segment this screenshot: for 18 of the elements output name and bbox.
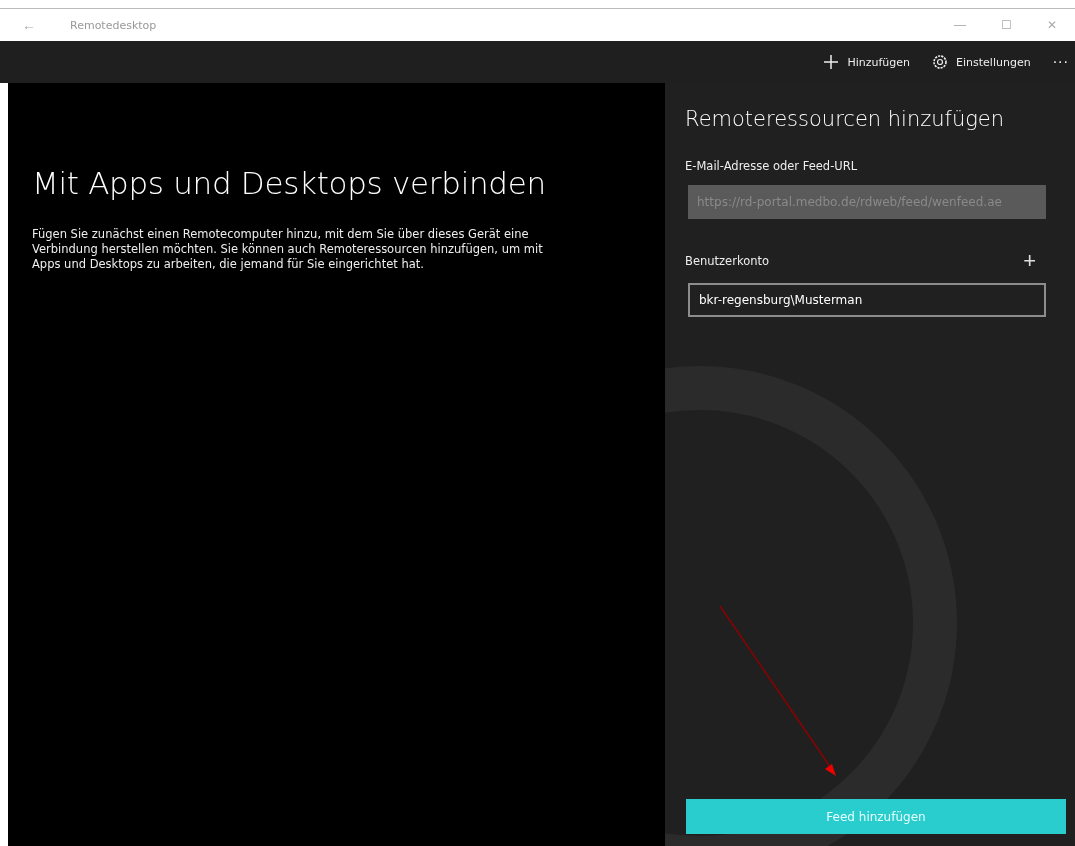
intro-text: Fügen Sie zunächst einen Remotecomputer hinzu, mit dem Sie über dieses Gerät eine Verbindung herstellen möchten. Sie können auch Remoteressourcen hinzufügen, um mit Apps und Desktops zu arbeiten, die jemand für Sie eingerichtet hat. — [32, 227, 544, 272]
field-label: E-Mail-Adresse oder Feed-URL — [685, 159, 858, 173]
settings-button[interactable]: Einstellungen — [932, 54, 1031, 70]
add-feed-button[interactable]: Feed hinzufügen — [686, 799, 1066, 834]
back-button[interactable]: ← — [22, 17, 52, 33]
settings-icon — [932, 54, 949, 70]
more-button[interactable]: ··· — [1052, 54, 1069, 70]
maximize-button[interactable]: ☐ — [983, 17, 1029, 33]
window-title: Remotedesktop — [70, 18, 158, 32]
field-label: Benutzerkonto — [685, 254, 769, 268]
intro-heading: Mit Apps und Desktops verbinden — [32, 165, 547, 201]
plus-icon — [823, 54, 840, 70]
panel-title: Remoteressourcen hinzufügen — [685, 107, 1006, 131]
add-button[interactable]: Hinzufügen — [823, 54, 911, 70]
add-account-button[interactable]: + — [1023, 251, 1036, 271]
close-button[interactable]: ✕ — [1029, 17, 1075, 33]
user-account-field[interactable]: bkr-regensburg\Musterman — [688, 283, 1046, 317]
minimize-button[interactable]: — — [937, 17, 983, 33]
